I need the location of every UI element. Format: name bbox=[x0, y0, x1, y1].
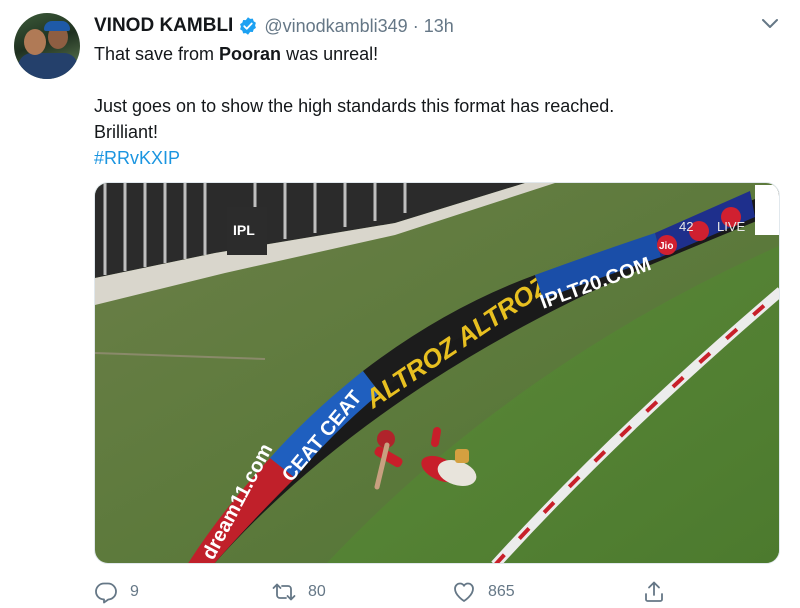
avatar-figure bbox=[18, 53, 78, 79]
share-icon bbox=[645, 581, 663, 602]
share-button[interactable] bbox=[642, 578, 666, 606]
verified-badge-icon bbox=[240, 17, 257, 35]
retweet-count: 80 bbox=[308, 583, 326, 600]
reply-button[interactable]: 9 bbox=[94, 578, 139, 606]
like-icon bbox=[454, 582, 474, 602]
hashtag-link[interactable]: #RRvKXIP bbox=[94, 145, 180, 171]
jio-logo-text: Jio bbox=[659, 241, 673, 252]
tweet-text-bold: Pooran bbox=[219, 44, 282, 64]
cricket-scene: IPL dream11.com CEAT CEAT ALTROZ ALTROZ … bbox=[95, 183, 779, 563]
tweet-text-line: Just goes on to show the high standards … bbox=[94, 96, 615, 116]
reply-count: 9 bbox=[130, 583, 139, 600]
tweet-actions: 9 80 865 bbox=[94, 578, 694, 606]
retweet-button[interactable]: 80 bbox=[272, 578, 326, 606]
avatar-face bbox=[24, 29, 46, 55]
tweet-media-video[interactable]: IPL dream11.com CEAT CEAT ALTROZ ALTROZ … bbox=[94, 182, 780, 564]
author-handle[interactable]: @vinodkambli349 bbox=[264, 16, 407, 37]
ad-white-segment bbox=[755, 185, 779, 235]
tweet-text-segment: That save from bbox=[94, 44, 220, 64]
author-name[interactable]: VINOD KAMBLI bbox=[94, 15, 233, 37]
live-label: LIVE bbox=[717, 219, 746, 234]
reply-icon bbox=[95, 582, 117, 604]
ipl-logo-text: IPL bbox=[233, 222, 255, 238]
chevron-down-icon[interactable] bbox=[760, 16, 780, 32]
viewer-count: 42 bbox=[679, 219, 693, 234]
tweet-header: VINOD KAMBLI @vinodkambli349 · 13h bbox=[94, 14, 454, 38]
retweet-icon bbox=[272, 583, 296, 601]
avatar-cap bbox=[44, 21, 70, 31]
like-count: 865 bbox=[488, 583, 515, 600]
separator-dot: · bbox=[412, 15, 419, 36]
tweet-text-line: Brilliant! bbox=[94, 122, 159, 142]
like-button[interactable]: 865 bbox=[452, 578, 515, 606]
tweet-timestamp[interactable]: 13h bbox=[424, 16, 454, 37]
tweet-text-line: That save from Pooran was unreal! bbox=[94, 41, 378, 67]
author-avatar[interactable] bbox=[14, 13, 80, 79]
tweet-text-segment: was unreal! bbox=[281, 44, 379, 64]
